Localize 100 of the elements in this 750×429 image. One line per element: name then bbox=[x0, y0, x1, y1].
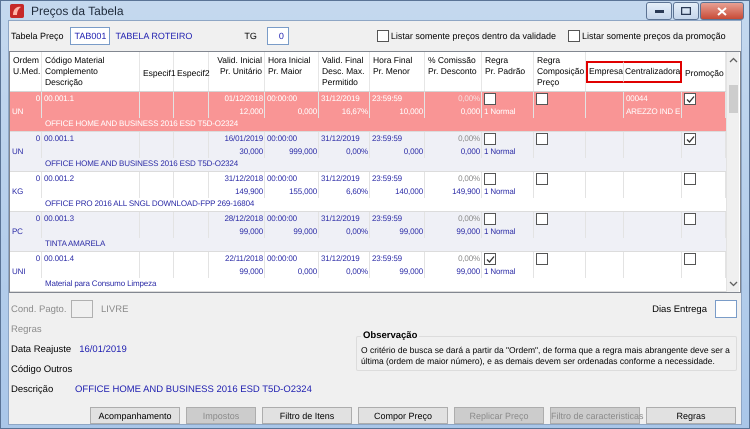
table-row[interactable]: 0 KG 00.001.2 31/12/2018 149,900 00:00:00 155,000 31/12/2019 6,60% 23:59:59 140,000 0,00% 149,900 1 Normal OFFICE PRO 2016 ALL SNGL DOWNLOAD-FPP 269-16804 bbox=[10, 172, 726, 212]
column-header[interactable]: Código Material Complemento Descrição bbox=[42, 52, 140, 91]
checkbox[interactable] bbox=[684, 133, 696, 145]
table-cell-text: 31/12/2019 bbox=[321, 253, 361, 264]
maximize-button[interactable] bbox=[673, 2, 699, 20]
checkbox[interactable] bbox=[376, 30, 389, 42]
table-cell-text: 999,000 bbox=[288, 146, 317, 157]
table-cell-text: 1 Normal bbox=[484, 146, 516, 157]
table-cell-text: OFFICE HOME AND BUSINESS 2016 ESD T5D-O2324 bbox=[44, 118, 238, 130]
table-cell-text: PC bbox=[12, 226, 24, 237]
checkbox[interactable] bbox=[536, 93, 548, 105]
table-row[interactable]: 0 UNI 00.001.4 22/11/2018 99,000 00:00:00 0,000 31/12/2019 0,00% 23:59:59 99,000 0,00% 99,000 1 Normal Material para Consumo Limpeza bbox=[10, 252, 726, 292]
table-cell-text: 16,67% bbox=[340, 106, 368, 117]
column-header[interactable]: Empresa bbox=[586, 60, 624, 82]
table-cell-text: 0,00% bbox=[457, 253, 480, 264]
table-cell-text: 16/01/2019 bbox=[223, 133, 263, 144]
action-button[interactable]: Acompanhamento bbox=[90, 407, 180, 424]
table-cell-text: 0 bbox=[34, 93, 40, 104]
checkbox[interactable] bbox=[484, 213, 496, 225]
table-cell-text: 0,000 bbox=[296, 106, 317, 117]
table-cell-text: 140,000 bbox=[394, 186, 423, 197]
checkbox-label: Listar somente preços dentro da validade bbox=[390, 31, 556, 41]
table-cell-text: 0 bbox=[34, 213, 40, 224]
column-header[interactable]: Regra Pr. Padrão bbox=[482, 52, 534, 91]
column-header[interactable]: % Comissão Pr. Desconto bbox=[425, 52, 482, 91]
checkbox[interactable] bbox=[484, 93, 496, 105]
table-cell-text: UN bbox=[12, 146, 24, 157]
table-cell-text: 0,000 bbox=[460, 106, 480, 117]
table-cell-text: 23:59:59 bbox=[372, 213, 403, 224]
table-cell-text: KG bbox=[12, 186, 24, 197]
delivery-days-field[interactable] bbox=[715, 300, 737, 318]
table-cell-text: 31/12/2019 bbox=[321, 173, 361, 184]
table-cell-text: OFFICE PRO 2016 ALL SNGL DOWNLOAD-FPP 269-16804 bbox=[44, 198, 254, 210]
table-cell-text: 00:00:00 bbox=[267, 213, 298, 224]
action-button[interactable]: Filtro de Itens bbox=[262, 407, 352, 424]
field-label: TG bbox=[244, 31, 257, 41]
scrollbar[interactable] bbox=[726, 52, 739, 292]
table-cell-text: 99,000 bbox=[398, 226, 423, 237]
table-cell-text: 12,000 bbox=[238, 106, 263, 117]
column-header[interactable]: Especif1 bbox=[140, 52, 174, 91]
checkbox[interactable] bbox=[684, 173, 696, 185]
table-cell-text: 22/11/2018 bbox=[224, 253, 263, 264]
column-header[interactable]: Hora Final Pr. Menor bbox=[370, 52, 425, 91]
minimize-icon bbox=[654, 10, 664, 12]
scroll-up-icon[interactable] bbox=[728, 56, 738, 65]
table-cell-text: 31/12/2018 bbox=[223, 173, 263, 184]
table-cell-text: 0,00% bbox=[457, 173, 480, 184]
checkbox[interactable] bbox=[536, 213, 548, 225]
column-header[interactable]: Hora Inicial Pr. Maior bbox=[265, 52, 319, 91]
scroll-down-icon[interactable] bbox=[728, 279, 738, 288]
maximize-icon bbox=[681, 7, 691, 15]
checkbox[interactable] bbox=[484, 133, 496, 145]
table-cell-text: 23:59:59 bbox=[372, 93, 403, 104]
field-label: Tabela Preço bbox=[11, 31, 64, 41]
checkbox[interactable] bbox=[568, 30, 580, 42]
table-cell-text: 99,000 bbox=[238, 266, 263, 277]
table-cell-text: 155,000 bbox=[288, 186, 317, 197]
close-icon bbox=[717, 6, 727, 16]
condition-name: LIVRE bbox=[101, 304, 128, 314]
column-header[interactable]: Valid. Final Desc. Max. Permitido bbox=[319, 52, 370, 91]
column-header[interactable]: Ordem U.Med. bbox=[10, 52, 42, 91]
column-header[interactable]: Regra Composição Preço bbox=[534, 52, 586, 91]
checkbox[interactable] bbox=[684, 253, 696, 265]
minimize-button[interactable] bbox=[646, 2, 672, 20]
table-cell-text: 0,00% bbox=[345, 266, 368, 277]
checkbox[interactable] bbox=[536, 133, 548, 145]
table-cell-text: 1 Normal bbox=[484, 106, 516, 117]
tg-field[interactable]: 0 bbox=[266, 27, 289, 45]
table-cell-text: 149,900 bbox=[451, 186, 480, 197]
checkbox[interactable] bbox=[684, 93, 696, 105]
column-header[interactable]: Especif2 bbox=[174, 52, 209, 91]
checkbox[interactable] bbox=[484, 173, 496, 185]
close-button[interactable] bbox=[700, 2, 744, 20]
table-cell-text: 31/12/2019 bbox=[321, 133, 361, 144]
table-cell-text: 0,00% bbox=[457, 93, 480, 104]
checkbox[interactable] bbox=[484, 253, 496, 265]
column-header[interactable]: Valid. Inicial Pr. Unitário bbox=[209, 52, 265, 91]
table-row[interactable]: 0 PC 00.001.3 28/12/2018 99,000 00:00:00 99,000 31/12/2019 0,00% 23:59:59 99,000 0,00% 99,000 1 Normal TINTA AMARELA bbox=[10, 212, 726, 252]
table-cell-text: 6,60% bbox=[345, 186, 368, 197]
scroll-thumb[interactable] bbox=[728, 85, 738, 113]
table-cell-text: 31/12/2019 bbox=[321, 213, 361, 224]
window-title: Preços da Tabela bbox=[31, 4, 124, 18]
table-cell-text: 99,000 bbox=[292, 226, 317, 237]
table-cell-text: 31/12/2019 bbox=[321, 93, 361, 104]
checkbox[interactable] bbox=[536, 253, 548, 265]
checkbox[interactable] bbox=[684, 213, 696, 225]
table-code-field[interactable]: TAB001 bbox=[70, 27, 110, 45]
table-cell-text: 0,000 bbox=[296, 266, 317, 277]
table-cell-text: UN bbox=[12, 106, 24, 117]
table-cell-text: 99,000 bbox=[398, 266, 423, 277]
table-cell-text: 149,900 bbox=[234, 186, 263, 197]
action-button[interactable]: Compor Preço bbox=[358, 407, 448, 424]
checkbox[interactable] bbox=[536, 173, 548, 185]
field-label: Dias Entrega bbox=[652, 304, 707, 314]
table-cell-text: 00:00:00 bbox=[267, 133, 298, 144]
table-cell-text: 00.001.4 bbox=[44, 253, 75, 264]
action-button[interactable]: Regras bbox=[646, 407, 736, 424]
table-cell-text: 0,00% bbox=[345, 146, 368, 157]
table-row[interactable]: 0 UN 00.001.1 16/01/2019 30,000 00:00:00 999,000 31/12/2019 0,00% 23:59:59 0,000 0,00% 0,000 1 Normal OFFICE HOME AND BUSINESS 2016 ESD T5D-O2324 bbox=[10, 132, 726, 172]
table-cell-text: UNI bbox=[12, 266, 26, 277]
